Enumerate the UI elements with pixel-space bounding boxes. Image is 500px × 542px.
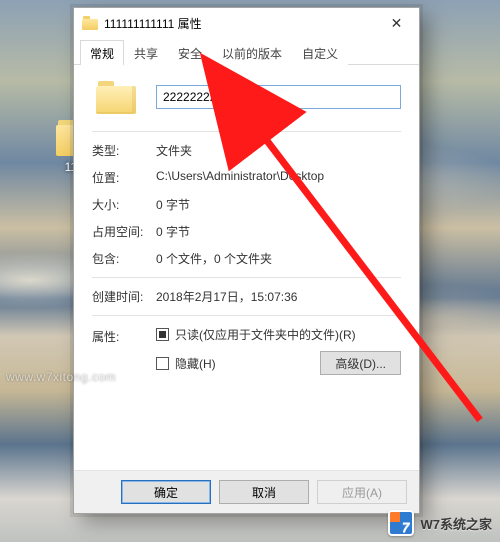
readonly-checkbox-label: 只读(仅应用于文件夹中的文件)(R) [175,326,356,343]
value-created: 2018年2月17日，15:07:36 [156,288,401,305]
label-type: 类型: [92,142,156,159]
label-contains: 包含: [92,250,156,267]
value-contains: 0 个文件，0 个文件夹 [156,250,401,267]
row-type: 类型: 文件夹 [92,142,401,159]
advanced-button[interactable]: 高级(D)... [320,351,401,375]
watermark-text: www.w7xitong.com [6,370,116,384]
label-size-on-disk: 占用空间: [92,223,156,240]
titlebar: 111111111111 属性 ✕ [74,8,419,38]
properties-dialog: 111111111111 属性 ✕ 常规 共享 安全 以前的版本 自定义 类型:… [73,7,420,514]
close-button[interactable]: ✕ [374,8,419,38]
folder-icon [96,77,136,117]
tab-previous[interactable]: 以前的版本 [212,40,292,65]
apply-button[interactable]: 应用(A) [317,480,407,504]
tab-custom[interactable]: 自定义 [292,40,348,65]
row-created: 创建时间: 2018年2月17日，15:07:36 [92,288,401,305]
window-title: 111111111111 属性 [104,15,374,32]
row-size-on-disk: 占用空间: 0 字节 [92,223,401,240]
row-contains: 包含: 0 个文件，0 个文件夹 [92,250,401,267]
dialog-body: 类型: 文件夹 位置: C:\Users\Administrator\Deskt… [74,65,419,470]
value-location: C:\Users\Administrator\Desktop [156,169,401,186]
tab-sharing[interactable]: 共享 [124,40,168,65]
cancel-button[interactable]: 取消 [219,480,309,504]
hidden-checkbox-label: 隐藏(H) [175,355,216,372]
label-created: 创建时间: [92,288,156,305]
folder-name-input[interactable] [156,85,401,109]
dialog-footer: 确定 取消 应用(A) [74,470,419,513]
folder-icon [82,16,98,30]
label-location: 位置: [92,169,156,186]
tab-general[interactable]: 常规 [80,40,124,65]
row-location: 位置: C:\Users\Administrator\Desktop [92,169,401,186]
hidden-checkbox-row[interactable]: 隐藏(H) [156,355,216,372]
label-size: 大小: [92,196,156,213]
value-type: 文件夹 [156,142,401,159]
checkbox-hidden-icon [156,357,169,370]
label-attributes: 属性: [92,326,156,375]
readonly-checkbox-row[interactable]: 只读(仅应用于文件夹中的文件)(R) [156,326,401,343]
site-logo: W7系统之家 [388,510,492,536]
row-size: 大小: 0 字节 [92,196,401,213]
checkbox-readonly-icon [156,328,169,341]
value-size: 0 字节 [156,196,401,213]
tab-strip: 常规 共享 安全 以前的版本 自定义 [74,40,419,65]
site-name: W7系统之家 [420,514,492,533]
ok-button[interactable]: 确定 [121,480,211,504]
tab-security[interactable]: 安全 [168,40,212,65]
value-size-on-disk: 0 字节 [156,223,401,240]
logo-badge-icon [388,510,414,536]
